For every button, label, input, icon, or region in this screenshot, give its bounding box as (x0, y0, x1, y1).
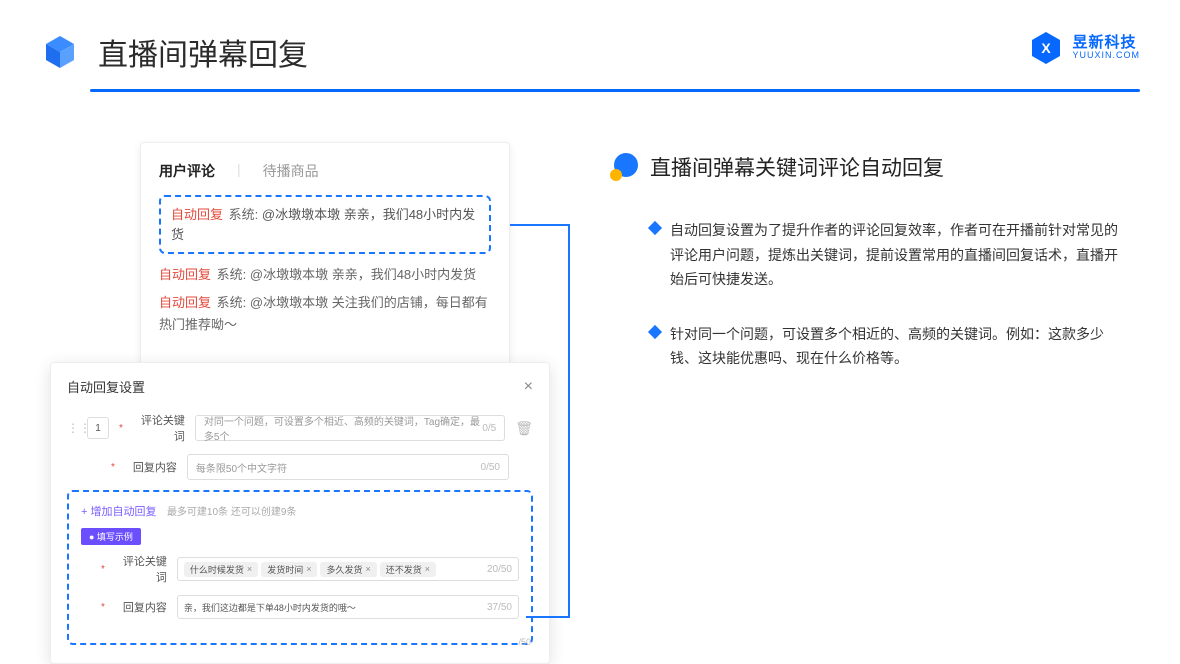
index-box: 1 (87, 417, 109, 439)
tag-pill[interactable]: 多久发货× (320, 562, 376, 577)
hidden-char-count: /50 (518, 637, 531, 647)
connector-line-v (568, 224, 570, 618)
auto-reply-tag: 自动回复 (171, 207, 223, 222)
section-bullet-icon (610, 153, 638, 181)
brand-name-cn: 昱新科技 (1072, 35, 1140, 52)
example-content-input[interactable]: 亲，我们这边都是下单48小时内发货的哦～ 37/50 (177, 595, 519, 619)
settings-card: 自动回复设置 × ⋮⋮ 1 * 评论关键词 对同一个问题，可设置多个相近、高频的… (50, 362, 550, 664)
diamond-icon (648, 221, 662, 235)
connector-line (510, 224, 570, 226)
keyword-input[interactable]: 对同一个问题，可设置多个相近、高频的关键词，Tag确定，最多5个 0/5 (195, 415, 505, 441)
right-copy: 直播间弹幕关键词评论自动回复 自动回复设置为了提升作者的评论回复效率，作者可在开… (610, 142, 1140, 622)
section-title: 直播间弹幕关键词评论自动回复 (650, 152, 944, 182)
example-box: + 增加自动回复 最多可建10条 还可以创建9条 ● 填写示例 * 评论关键词 … (67, 490, 533, 645)
required-star: * (119, 423, 123, 434)
brand-name-en: YUUXIN.COM (1072, 51, 1140, 61)
tag-pill[interactable]: 还不发货× (380, 562, 436, 577)
brand-icon: X (1028, 30, 1064, 66)
system-tag: 系统: (229, 207, 259, 222)
settings-title: 自动回复设置 (67, 377, 145, 396)
example-badge: ● 填写示例 (81, 528, 141, 545)
keyword-label: 评论关键词 (133, 412, 185, 444)
tabs: 用户评论 | 待播商品 (159, 161, 491, 181)
add-auto-reply-link[interactable]: + 增加自动回复 (81, 503, 156, 519)
svg-text:X: X (1042, 40, 1052, 56)
cube-icon (40, 32, 80, 72)
drag-handle-icon[interactable]: ⋮⋮ (67, 421, 77, 435)
bullet-1: 自动回复设置为了提升作者的评论回复效率，作者可在开播前针对常见的评论用户问题，提… (610, 218, 1140, 292)
comments-card: 用户评论 | 待播商品 自动回复 系统: @冰墩墩本墩 亲亲，我们48小时内发货… (140, 142, 510, 365)
tag-pill[interactable]: 发货时间× (261, 562, 317, 577)
tab-pending-products[interactable]: 待播商品 (263, 161, 319, 181)
example-keyword-input[interactable]: 什么时候发货×发货时间×多久发货×还不发货× 20/50 (177, 557, 519, 581)
left-mockups: 用户评论 | 待播商品 自动回复 系统: @冰墩墩本墩 亲亲，我们48小时内发货… (50, 142, 550, 622)
highlighted-comment: 自动回复 系统: @冰墩墩本墩 亲亲，我们48小时内发货 (159, 195, 491, 254)
add-hint: 最多可建10条 还可以创建9条 (167, 507, 296, 518)
page-title: 直播间弹幕回复 (98, 30, 308, 74)
tag-pill[interactable]: 什么时候发货× (184, 562, 258, 577)
content-input[interactable]: 每条限50个中文字符 0/50 (187, 454, 509, 480)
tab-user-comments[interactable]: 用户评论 (159, 161, 215, 181)
comment-line-3: 自动回复 系统: @冰墩墩本墩 关注我们的店铺，每日都有热门推荐呦～ (159, 292, 491, 336)
diamond-icon (648, 324, 662, 338)
trash-icon[interactable]: 🗑 (515, 420, 533, 437)
connector-line-2 (526, 616, 570, 618)
brand-logo: X 昱新科技 YUUXIN.COM (1028, 30, 1140, 66)
bullet-2: 针对同一个问题，可设置多个相近的、高频的关键词。例如：这款多少钱、这块能优惠吗、… (610, 322, 1140, 371)
close-icon[interactable]: × (524, 378, 533, 396)
page-header: 直播间弹幕回复 X 昱新科技 YUUXIN.COM (0, 0, 1180, 89)
content-label: 回复内容 (125, 459, 177, 475)
comment-line-2: 自动回复 系统: @冰墩墩本墩 亲亲，我们48小时内发货 (159, 264, 491, 286)
